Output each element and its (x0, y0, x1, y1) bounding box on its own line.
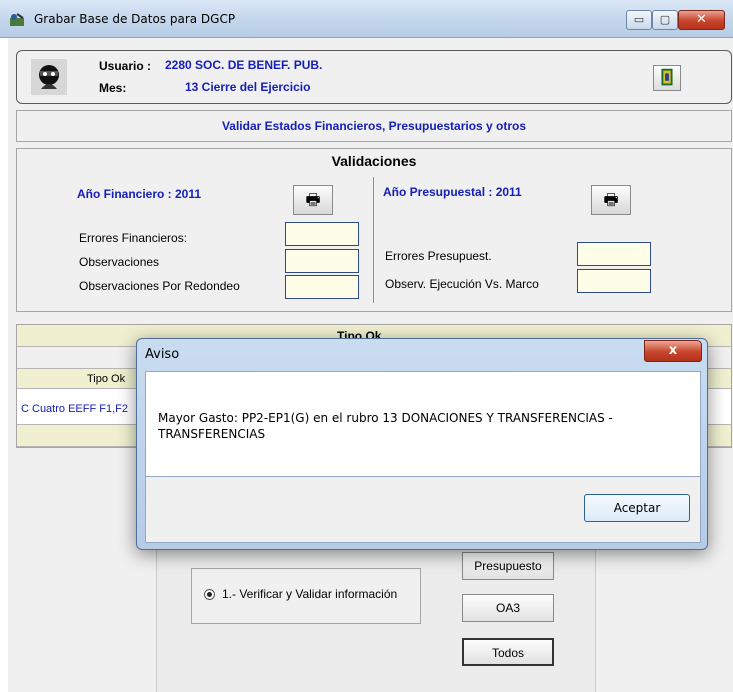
window-title: Grabar Base de Datos para DGCP (34, 12, 236, 26)
anio-financiero-heading: Año Financiero : 2011 (77, 187, 202, 201)
print-financiero-button[interactable]: 🖶 (293, 185, 333, 215)
errores-presupuest-field[interactable] (577, 242, 651, 266)
observaciones-field[interactable] (285, 249, 359, 273)
verificar-option-box: 1.- Verificar y Validar información (191, 568, 421, 624)
printer-icon: 🖶 (305, 190, 321, 209)
maximize-button[interactable]: ▢ (652, 10, 678, 30)
panel-divider (373, 177, 374, 303)
window-titlebar: Grabar Base de Datos para DGCP ▭ ▢ ✕ (0, 0, 733, 38)
section-title: Validar Estados Financieros, Presupuesta… (16, 110, 732, 142)
exit-button[interactable] (653, 65, 681, 91)
aceptar-button[interactable]: Aceptar (584, 494, 690, 522)
printer-icon: 🖶 (603, 190, 619, 209)
errores-financieros-field[interactable] (285, 222, 359, 246)
minimize-button[interactable]: ▭ (626, 10, 652, 30)
usuario-label: Usuario : (99, 59, 152, 73)
close-icon: ✕ (696, 12, 707, 27)
close-button[interactable]: ✕ (678, 10, 725, 30)
usuario-value: 2280 SOC. DE BENEF. PUB. (165, 58, 323, 72)
close-icon: x (668, 343, 678, 358)
errores-financieros-label: Errores Financieros: (79, 231, 188, 245)
observ-ejecucion-label: Observ. Ejecución Vs. Marco (385, 277, 539, 291)
avatar-icon (31, 59, 67, 95)
user-panel: Usuario : 2280 SOC. DE BENEF. PUB. Mes: … (16, 50, 732, 104)
app-icon (10, 13, 24, 26)
aviso-dialog: Aviso x Mayor Gasto: PP2-EP1(G) en el ru… (136, 338, 708, 550)
observ-ejecucion-field[interactable] (577, 269, 651, 293)
exit-door-icon (661, 68, 673, 86)
dialog-title: Aviso (145, 347, 180, 362)
maximize-icon: ▢ (659, 13, 671, 26)
col-header-tipo-ok: Tipo Ok (87, 373, 126, 385)
presupuesto-button[interactable]: Presupuesto (462, 552, 554, 580)
mes-value: 13 Cierre del Ejercicio (185, 80, 311, 94)
validaciones-title: Validaciones (331, 153, 417, 169)
dialog-message: Mayor Gasto: PP2-EP1(G) en el rubro 13 D… (158, 411, 613, 441)
row-tipo-ok-cell: C Cuatro EEFF F1,F2 (21, 403, 128, 415)
oa3-button[interactable]: OA3 (462, 594, 554, 622)
errores-presupuest-label: Errores Presupuest. (385, 249, 492, 263)
dialog-body: Mayor Gasto: PP2-EP1(G) en el rubro 13 D… (145, 371, 701, 477)
observaciones-redondeo-label: Observaciones Por Redondeo (79, 279, 240, 293)
anio-presupuestal-heading: Año Presupuestal : 2011 (383, 185, 522, 199)
dialog-footer: Aceptar (145, 477, 701, 543)
verificar-radio[interactable] (204, 589, 215, 600)
dialog-close-button[interactable]: x (644, 340, 702, 362)
observaciones-label: Observaciones (79, 255, 160, 269)
observaciones-redondeo-field[interactable] (285, 275, 359, 299)
todos-button[interactable]: Todos (462, 638, 554, 666)
mes-label: Mes: (99, 81, 127, 95)
validaciones-panel: Validaciones Año Financiero : 2011 🖶 Err… (16, 148, 732, 312)
print-presupuestal-button[interactable]: 🖶 (591, 185, 631, 215)
verificar-radio-label: 1.- Verificar y Validar información (222, 587, 398, 601)
minimize-icon: ▭ (633, 13, 645, 26)
